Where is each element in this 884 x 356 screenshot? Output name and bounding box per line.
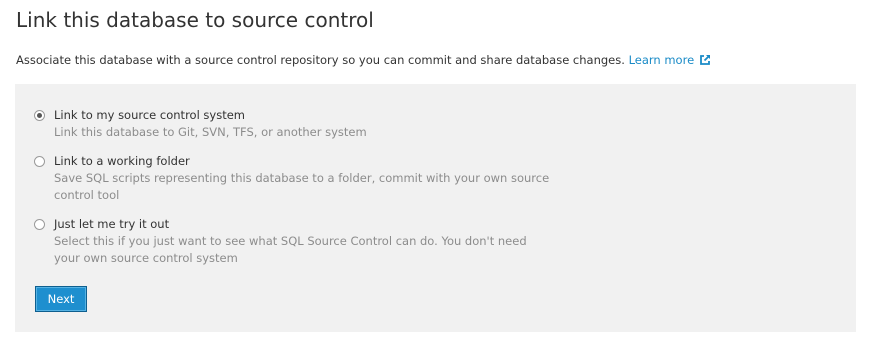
option-description: Select this if you just want to see what… bbox=[54, 234, 527, 265]
option-try-it-out[interactable]: Just let me try it out Select this if yo… bbox=[34, 215, 554, 267]
radio-try-it-out[interactable] bbox=[34, 219, 45, 230]
option-description: Save SQL scripts representing this datab… bbox=[54, 171, 550, 202]
option-label: Just let me try it out bbox=[54, 217, 170, 231]
option-source-control-system[interactable]: Link to my source control system Link th… bbox=[34, 106, 554, 141]
option-description: Link this database to Git, SVN, TFS, or … bbox=[54, 125, 367, 139]
next-button[interactable]: Next bbox=[35, 286, 87, 312]
learn-more-label: Learn more bbox=[628, 53, 695, 67]
intro-description: Associate this database with a source co… bbox=[16, 53, 625, 67]
options-panel: Link to my source control system Link th… bbox=[15, 84, 856, 332]
intro-text: Associate this database with a source co… bbox=[16, 51, 711, 69]
option-label: Link to my source control system bbox=[54, 108, 246, 122]
external-link-icon bbox=[700, 55, 711, 65]
option-working-folder[interactable]: Link to a working folder Save SQL script… bbox=[34, 152, 554, 204]
radio-working-folder[interactable] bbox=[34, 156, 45, 167]
learn-more-link[interactable]: Learn more bbox=[629, 51, 712, 69]
option-label: Link to a working folder bbox=[54, 154, 190, 168]
page-title: Link this database to source control bbox=[16, 8, 374, 32]
radio-source-control-system[interactable] bbox=[34, 110, 45, 121]
